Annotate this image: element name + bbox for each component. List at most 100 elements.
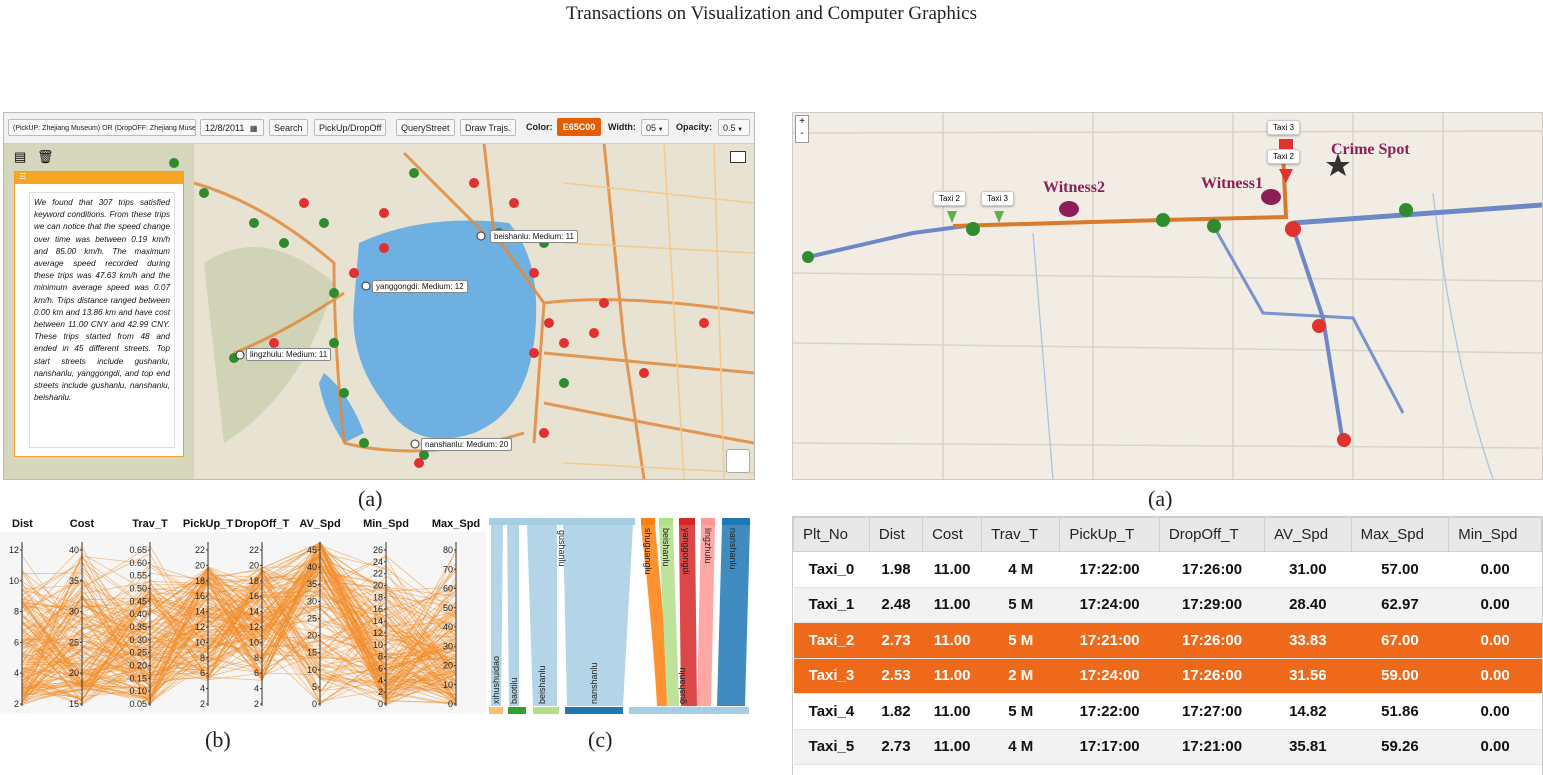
opacity-select[interactable]: 0.5 ▼: [718, 119, 750, 136]
layers-icon[interactable]: [726, 449, 750, 473]
pcp-tick-label: 5: [312, 682, 317, 692]
table-body: Taxi_01.9811.004 M17:22:0017:26:0031.005…: [794, 552, 1542, 775]
table-row[interactable]: Taxi_01.9811.004 M17:22:0017:26:0031.005…: [794, 552, 1542, 588]
table-cell: 11.00: [923, 587, 982, 623]
pcp-tick-label: 0: [312, 699, 317, 709]
search-button[interactable]: Search: [269, 119, 308, 136]
taxi-tag[interactable]: Taxi 3: [1267, 120, 1300, 135]
pcp-axis-label: Dist: [12, 518, 33, 530]
witness2-label: Witness2: [1043, 179, 1105, 197]
date-input[interactable]: 12/8/2011 ▦: [200, 119, 264, 136]
taxi-tag[interactable]: Taxi 2: [1267, 149, 1300, 164]
sankey-node: [641, 518, 655, 525]
column-header[interactable]: Plt_No: [794, 518, 870, 552]
sankey-diagram[interactable]: gushanlu shuguanglu beishanlu yanggongdi…: [487, 514, 753, 718]
taxi-tag[interactable]: Taxi 3: [981, 191, 1014, 206]
pcp-axis-label: Cost: [70, 518, 95, 530]
table-cell: 4 M: [982, 552, 1060, 588]
column-header[interactable]: AV_Spd: [1265, 518, 1351, 552]
left-map-panel[interactable]: (PickUP: Zhejiang Museum) OR (DropOFF: Z…: [3, 112, 755, 480]
column-header[interactable]: Max_Spd: [1351, 518, 1449, 552]
table-cell: 59.26: [1351, 729, 1449, 765]
table-cell: 17:24:00: [1060, 587, 1160, 623]
pcp-tick-label: 0: [378, 699, 383, 709]
right-map-background: [793, 113, 1542, 479]
table-cell: 17:18:00: [1060, 765, 1160, 775]
column-header[interactable]: DropOff_T: [1159, 518, 1264, 552]
parallel-coordinates-plot[interactable]: Dist12108642Cost403530252015Trav_T0.650.…: [0, 514, 486, 714]
opacity-label: Opacity:: [676, 122, 712, 132]
zoom-out-button[interactable]: -: [796, 128, 808, 140]
sankey-label: nanshanlu: [589, 662, 599, 704]
column-header[interactable]: Dist: [869, 518, 922, 552]
table-cell: 1.82: [869, 694, 922, 730]
sankey-label: lingzhulu: [703, 528, 713, 564]
table-cell: 57.00: [1351, 552, 1449, 588]
right-map-panel[interactable]: + - Witness2 Witness1 Crime Spot Taxi 2 …: [792, 112, 1543, 480]
width-label: Width:: [608, 122, 636, 132]
table-cell: 5 M: [982, 694, 1060, 730]
column-header[interactable]: Cost: [923, 518, 982, 552]
pcp-tick-label: 6: [254, 668, 259, 678]
width-select[interactable]: 05 ▼: [641, 119, 669, 136]
taxi-table-container[interactable]: Plt_NoDistCostTrav_TPickUp_TDropOff_TAV_…: [792, 516, 1543, 775]
pcp-axis-label: AV_Spd: [299, 518, 340, 530]
pcp-tick-label: 0.20: [129, 661, 147, 671]
color-label: Color:: [526, 122, 553, 132]
table-row[interactable]: Taxi_12.4811.005 M17:24:0017:29:0028.406…: [794, 587, 1542, 623]
table-row[interactable]: Taxi_32.5311.002 M17:24:0017:26:0031.565…: [794, 658, 1542, 694]
pcp-tick-label: 14: [373, 616, 383, 626]
column-header[interactable]: Min_Spd: [1449, 518, 1542, 552]
pcp-tick-label: 40: [69, 545, 79, 555]
pcp-tick-label: 30: [307, 596, 317, 606]
table-cell: 0.00: [1449, 552, 1542, 588]
pcp-tick-label: 2: [14, 699, 19, 709]
querystreet-button[interactable]: QueryStreet: [396, 119, 455, 136]
sankey-node: [722, 518, 750, 525]
table-row[interactable]: Taxi_52.7311.004 M17:17:0017:21:0035.815…: [794, 729, 1542, 765]
witness1-label: Witness1: [1201, 175, 1263, 193]
menu-icon[interactable]: ☰: [19, 172, 26, 181]
column-header[interactable]: PickUp_T: [1060, 518, 1160, 552]
chart-icon[interactable]: ▤: [14, 149, 26, 165]
caption-b: (b): [205, 727, 231, 753]
table-row[interactable]: Taxi_22.7311.005 M17:21:0017:26:0033.836…: [794, 623, 1542, 659]
pcp-tick-label: 4: [254, 684, 259, 694]
pcp-tick-label: 30: [69, 607, 79, 617]
zoom-in-button[interactable]: +: [796, 116, 808, 128]
trash-icon[interactable]: 🗑: [37, 149, 54, 165]
table-row[interactable]: Taxi_41.8211.005 M17:22:0017:27:0014.825…: [794, 694, 1542, 730]
table-cell: Taxi_0: [794, 552, 870, 588]
color-picker[interactable]: E65C00: [557, 118, 601, 136]
query-input[interactable]: (PickUP: Zhejiang Museum) OR (DropOFF: Z…: [8, 119, 196, 136]
table-cell: 17:26:00: [1159, 658, 1264, 694]
sankey-node: [701, 518, 715, 525]
column-header[interactable]: Trav_T: [982, 518, 1060, 552]
pcp-tick-label: 26: [373, 545, 383, 555]
pickup-dropoff-button[interactable]: PickUp/DropOff: [314, 119, 386, 136]
pcp-tick-label: 12: [373, 628, 383, 638]
table-cell: 17:22:00: [1060, 552, 1160, 588]
table-row[interactable]: Taxi_63.1311.335 M17:18:0017:23:0025.005…: [794, 765, 1542, 775]
pcp-tick-label: 40: [443, 622, 453, 632]
pcp-tick-label: 22: [373, 569, 383, 579]
pcp-tick-label: 18: [195, 576, 205, 586]
table-cell: 2.48: [869, 587, 922, 623]
pcp-tick-label: 10: [373, 640, 383, 650]
taxi-tag[interactable]: Taxi 2: [933, 191, 966, 206]
table-cell: 17:21:00: [1060, 623, 1160, 659]
pcp-axis-label: PickUp_T: [183, 518, 233, 530]
pcp-axis-label: Trav_T: [132, 518, 168, 530]
draw-trajs-button[interactable]: Draw Trajs.: [460, 119, 516, 136]
pcp-tick-label: 10: [443, 680, 453, 690]
taxi-table: Plt_NoDistCostTrav_TPickUp_TDropOff_TAV_…: [793, 517, 1542, 775]
pcp-tick-label: 12: [249, 622, 259, 632]
table-cell: 17:17:00: [1060, 729, 1160, 765]
chevron-down-icon: ▼: [736, 127, 744, 133]
table-cell: 59.00: [1351, 658, 1449, 694]
table-cell: 35.81: [1265, 729, 1351, 765]
layer-list-icon[interactable]: [730, 151, 746, 163]
table-cell: 14.82: [1265, 694, 1351, 730]
table-cell: 28.40: [1265, 587, 1351, 623]
pcp-tick-label: 6: [14, 637, 19, 647]
